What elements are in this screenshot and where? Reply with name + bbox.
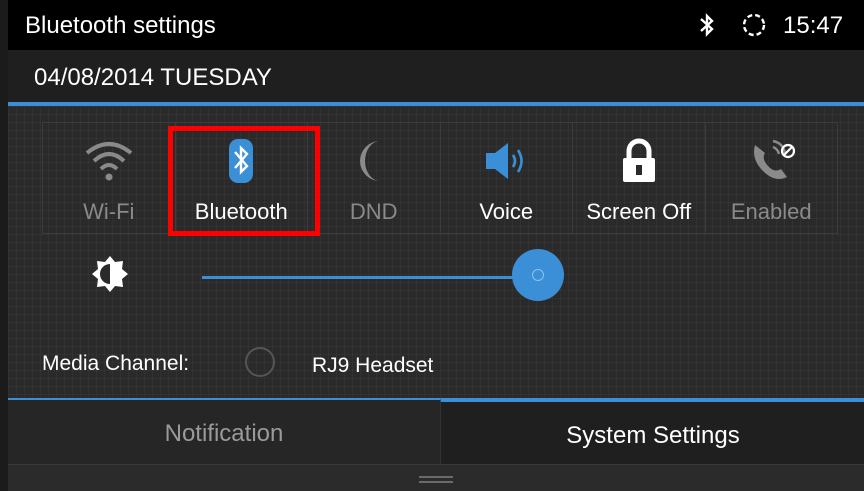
tab-bar: Notification System Settings — [8, 398, 864, 468]
brightness-icon — [92, 256, 128, 292]
brightness-slider-thumb[interactable] — [512, 249, 564, 301]
drawer-footer — [8, 464, 864, 491]
status-bar: Bluetooth settings 15:47 — [8, 0, 864, 50]
bluetooth-status-icon — [700, 13, 714, 37]
date-text: 04/08/2014 TUESDAY — [34, 64, 272, 91]
tab-notification-label: Notification — [164, 420, 284, 447]
toggle-dnd[interactable]: DND — [308, 123, 441, 233]
clock: 15:47 — [783, 12, 844, 39]
media-channel-label: Media Channel: — [42, 352, 190, 375]
media-channel-radio[interactable] — [245, 347, 275, 377]
quick-settings-panel: Wi-Fi Bluetooth DND Voice Screen Off Ena… — [8, 106, 864, 398]
toggle-screen-off-label: Screen Off — [586, 199, 692, 224]
screen: Bluetooth settings 15:47 04/08/2014 TUES… — [8, 0, 864, 491]
wifi-icon — [85, 142, 133, 181]
date-bar: 04/08/2014 TUESDAY — [8, 50, 864, 106]
quick-toggle-row: Wi-Fi Bluetooth DND Voice Screen Off Ena… — [42, 122, 838, 234]
moon-icon — [359, 141, 380, 181]
tab-system-settings[interactable]: System Settings — [440, 398, 864, 468]
phone-disabled-icon — [754, 139, 796, 179]
annotation-highlight-box — [168, 126, 320, 236]
media-channel-value: RJ9 Headset — [312, 354, 434, 377]
toggle-wifi[interactable]: Wi-Fi — [43, 123, 176, 233]
sync-icon — [742, 13, 766, 37]
toggle-voice[interactable]: Voice — [441, 123, 573, 233]
toggle-dnd-label: DND — [349, 199, 398, 224]
slider-thumb-dot — [532, 269, 544, 281]
tab-system-settings-label: System Settings — [566, 422, 740, 449]
toggle-screen-off[interactable]: Screen Off — [573, 123, 706, 233]
tab-notification[interactable]: Notification — [8, 398, 440, 466]
toggle-call-enabled-label: Enabled — [730, 199, 812, 224]
toggle-wifi-label: Wi-Fi — [83, 199, 135, 224]
brightness-slider-track[interactable] — [202, 276, 542, 279]
toggle-call-enabled[interactable]: Enabled — [706, 123, 838, 233]
toggle-voice-label: Voice — [479, 199, 534, 224]
status-title: Bluetooth settings — [25, 12, 216, 39]
speaker-icon — [486, 143, 524, 179]
drag-handle-icon[interactable] — [419, 476, 453, 484]
lock-icon — [622, 138, 655, 182]
